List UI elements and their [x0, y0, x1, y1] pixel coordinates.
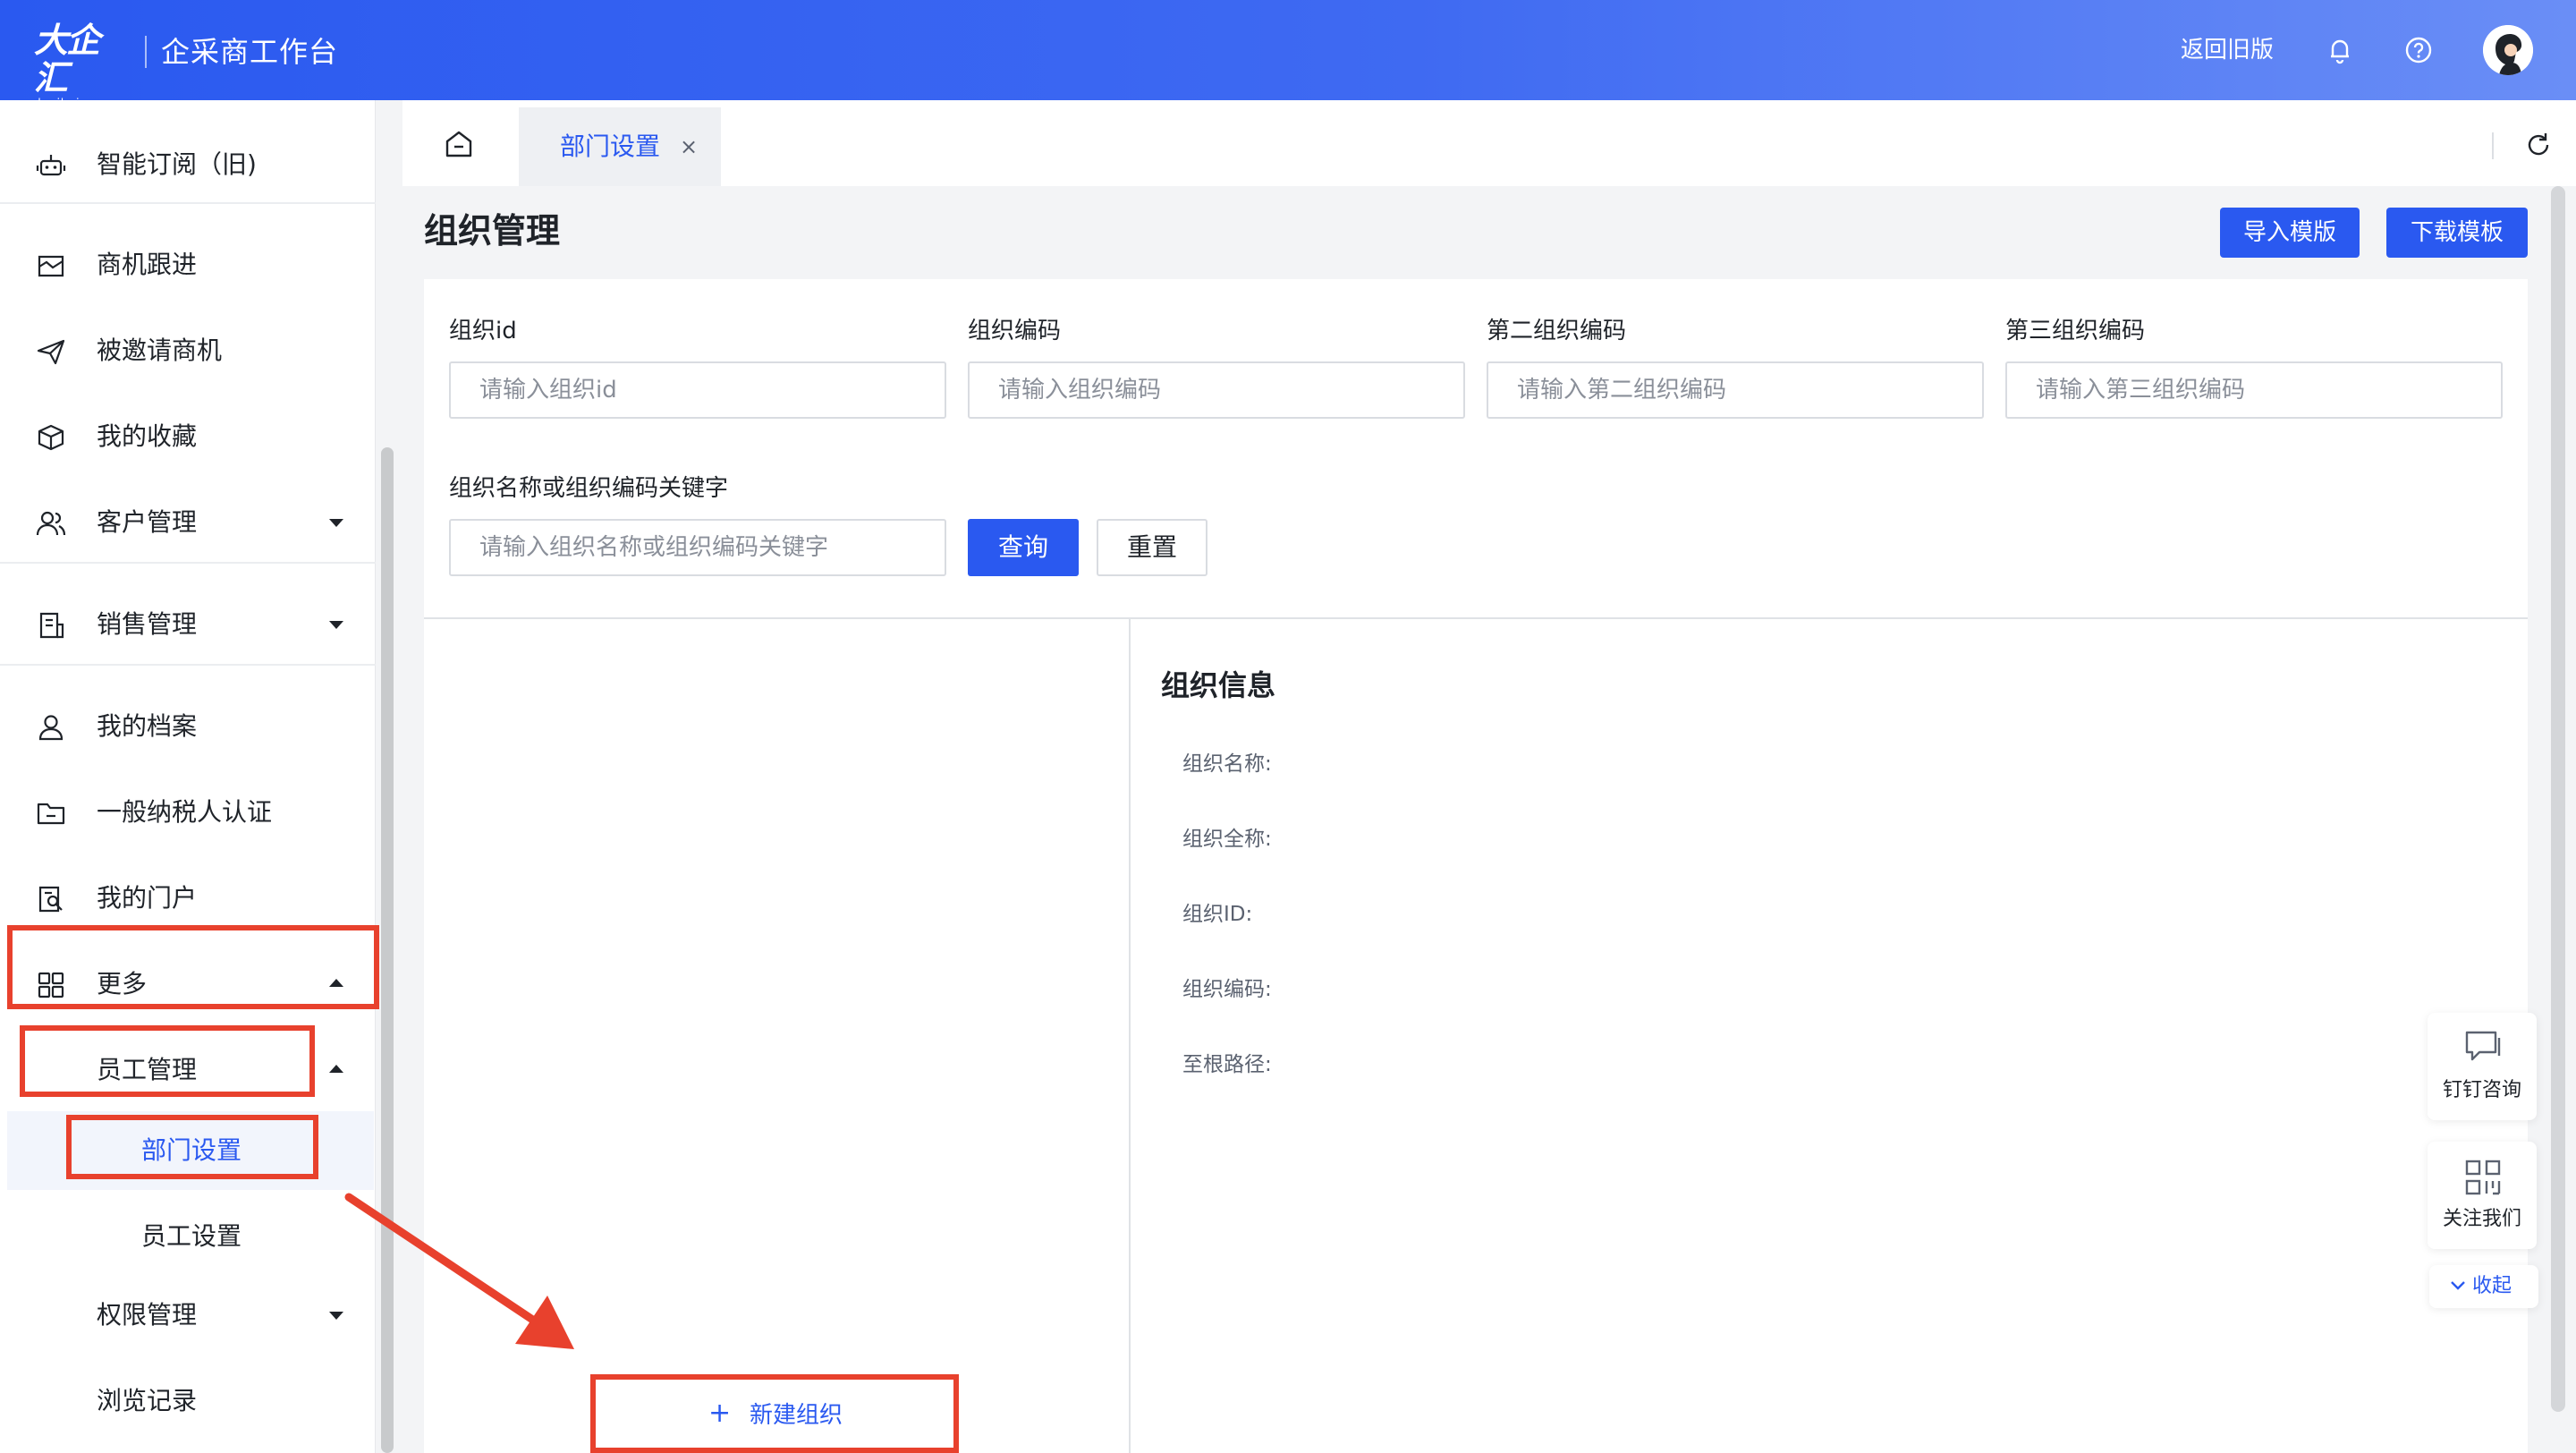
sidebar-item-taxpayer-certification[interactable]: 一般纳税人认证: [0, 769, 376, 855]
tab-bar: 部门设置 ×: [402, 100, 2576, 186]
new-organization-button[interactable]: + 新建组织: [590, 1374, 959, 1453]
robot-icon: [36, 152, 66, 179]
sidebar-item-staff-settings[interactable]: 员工设置: [7, 1197, 374, 1276]
folder-icon: [36, 800, 66, 827]
plus-icon: +: [708, 1398, 732, 1429]
third-org-code-label: 第三组织编码: [2005, 318, 2146, 344]
new-organization-label: 新建组织: [750, 1402, 843, 1429]
follow-us-label: 关注我们: [2442, 1208, 2521, 1230]
sidebar-item-browse-history[interactable]: 浏览记录: [0, 1358, 376, 1444]
second-org-code-label: 第二组织编码: [1487, 318, 1627, 344]
bell-icon[interactable]: [2322, 32, 2358, 68]
sidebar-item-label: 客户管理: [97, 507, 198, 537]
org-info-panel: [1131, 619, 2528, 1453]
collapse-widget-button[interactable]: 收起: [2429, 1265, 2538, 1308]
sidebar-item-label: 浏览记录: [97, 1386, 198, 1415]
sidebar-item-invited-opportunities[interactable]: 被邀请商机: [0, 308, 376, 394]
org-name-field: 组织名称:: [1182, 752, 1272, 776]
sidebar-divider: [0, 562, 376, 564]
org-code-label: 组织编码: [968, 318, 1062, 344]
home-icon: [445, 131, 472, 157]
sidebar-divider: [0, 664, 376, 666]
dingtalk-consult-widget[interactable]: 钉钉咨询: [2428, 1013, 2537, 1120]
app-title: 企采商工作台: [161, 35, 339, 69]
tab-label: 部门设置: [560, 132, 661, 161]
sidebar-item-my-profile[interactable]: 我的档案: [0, 684, 376, 769]
org-id-input[interactable]: [449, 361, 946, 419]
sidebar-divider: [0, 202, 376, 204]
sidebar-item-customer-management[interactable]: 客户管理: [0, 480, 376, 565]
caret-down-icon: [329, 519, 343, 527]
sidebar: 智能订阅（旧) 商机跟进 被邀请商机 我的收藏 客户管理 销售管理 我的档案 一…: [0, 100, 376, 1453]
root-path-field: 至根路径:: [1182, 1053, 1272, 1076]
highlight-box-department-settings: [66, 1115, 318, 1179]
sidebar-item-label: 员工设置: [141, 1221, 242, 1251]
portal-icon: [36, 886, 66, 913]
annotation-arrow: [344, 1193, 574, 1349]
org-info-title: 组织信息: [1161, 668, 1276, 702]
chart-icon: [36, 252, 66, 279]
caret-up-icon: [329, 1065, 343, 1073]
users-icon: [36, 510, 66, 537]
sidebar-item-label: 被邀请商机: [97, 336, 223, 365]
reset-button[interactable]: 重置: [1097, 519, 1208, 576]
sidebar-item-permission-management[interactable]: 权限管理: [0, 1272, 376, 1358]
caret-down-icon: [329, 621, 343, 629]
download-template-button[interactable]: 下载模板: [2386, 208, 2528, 258]
tab-department-settings[interactable]: 部门设置 ×: [519, 107, 721, 186]
org-code-field: 组织编码:: [1182, 978, 1272, 1001]
highlight-box-more: [7, 925, 379, 1009]
sidebar-item-label: 商机跟进: [97, 250, 198, 279]
sidebar-item-favorites[interactable]: 我的收藏: [0, 394, 376, 480]
help-icon[interactable]: [2401, 32, 2436, 68]
sidebar-item-label: 权限管理: [97, 1300, 198, 1330]
sidebar-item-label: 一般纳税人认证: [97, 797, 273, 827]
org-id-field: 组织ID:: [1182, 903, 1253, 926]
sidebar-item-label: 销售管理: [97, 609, 198, 639]
home-tab[interactable]: [402, 100, 519, 186]
user-icon: [36, 714, 66, 741]
tab-bar-divider: [2492, 132, 2494, 159]
sidebar-item-label: 我的档案: [97, 711, 198, 741]
header-divider: [145, 36, 147, 68]
chat-icon: [2465, 1031, 2501, 1061]
logo-text: 大企汇: [34, 21, 100, 98]
dingtalk-consult-label: 钉钉咨询: [2442, 1079, 2521, 1101]
highlight-box-staff-management: [20, 1025, 315, 1097]
query-button[interactable]: 查询: [968, 519, 1079, 576]
org-code-input[interactable]: [968, 361, 1465, 419]
sidebar-item-label: 我的收藏: [97, 421, 198, 451]
document-icon: [36, 612, 66, 639]
send-icon: [36, 338, 66, 365]
third-org-code-input[interactable]: [2005, 361, 2503, 419]
second-org-code-input[interactable]: [1487, 361, 1984, 419]
user-avatar[interactable]: [2483, 25, 2533, 75]
brand-logo[interactable]: 大企汇 daqihui.com: [34, 21, 129, 109]
close-icon[interactable]: ×: [680, 132, 698, 161]
org-id-label: 组织id: [449, 318, 517, 344]
back-to-old-version-link[interactable]: 返回旧版: [2181, 34, 2274, 66]
collapse-label: 收起: [2472, 1275, 2512, 1297]
refresh-icon[interactable]: [2524, 131, 2553, 159]
sidebar-item-label: 智能订阅（旧): [97, 149, 257, 179]
sidebar-item-opportunity-follow[interactable]: 商机跟进: [0, 222, 376, 308]
keyword-label: 组织名称或组织编码关键字: [449, 475, 729, 502]
page-title: 组织管理: [424, 211, 561, 251]
sidebar-item-sales-management[interactable]: 销售管理: [0, 582, 376, 667]
page-scrollbar[interactable]: [2551, 186, 2565, 1412]
org-full-name-field: 组织全称:: [1182, 828, 1272, 851]
box-icon: [36, 424, 66, 451]
import-template-button[interactable]: 导入模版: [2220, 208, 2360, 258]
keyword-input[interactable]: [449, 519, 946, 576]
chevron-down-icon: [2451, 1281, 2465, 1290]
top-header: 大企汇 daqihui.com 企采商工作台 返回旧版: [0, 0, 2576, 109]
qr-code-icon: [2465, 1160, 2501, 1195]
sidebar-item-smart-subscription[interactable]: 智能订阅（旧): [0, 122, 376, 208]
follow-us-widget[interactable]: 关注我们: [2428, 1142, 2537, 1249]
